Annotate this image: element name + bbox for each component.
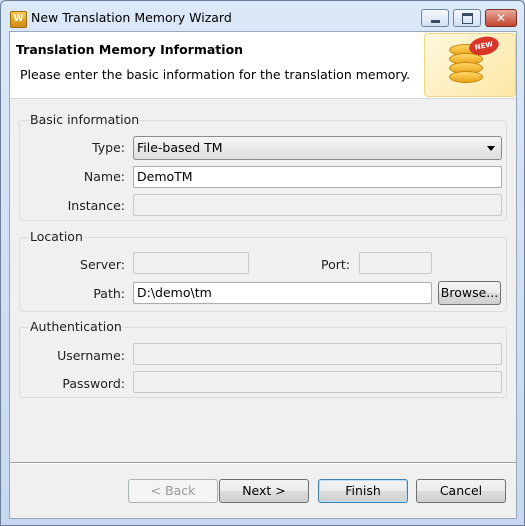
page-title: Translation Memory Information [16, 42, 244, 57]
window-title: New Translation Memory Wizard [31, 10, 232, 25]
wizard-header: Translation Memory Information Please en… [10, 32, 516, 99]
username-label: Username: [57, 348, 125, 363]
next-button[interactable]: Next > [219, 479, 309, 503]
authentication-label: Authentication [29, 319, 123, 334]
path-field[interactable]: D:\demo\tm [133, 282, 432, 304]
basic-information-group: Basic information Type: File-based TM Na… [19, 112, 507, 221]
basic-information-label: Basic information [29, 112, 141, 127]
server-field[interactable] [133, 252, 249, 274]
maximize-icon [454, 10, 480, 26]
browse-button[interactable]: Browse... [438, 281, 501, 305]
cancel-button[interactable]: Cancel [416, 479, 506, 503]
chevron-down-icon [487, 146, 495, 151]
title-bar[interactable]: W New Translation Memory Wizard ✕ [1, 1, 524, 35]
wizard-client-area: Translation Memory Information Please en… [9, 31, 517, 519]
back-button[interactable]: < Back [128, 479, 218, 503]
instance-field[interactable] [133, 194, 502, 216]
name-field[interactable]: DemoTM [133, 166, 502, 188]
type-select[interactable]: File-based TM [133, 136, 502, 160]
close-button[interactable]: ✕ [485, 9, 517, 27]
instance-label: Instance: [67, 198, 125, 213]
maximize-button[interactable] [453, 9, 481, 27]
port-field[interactable] [359, 252, 432, 274]
finish-button[interactable]: Finish [318, 479, 408, 503]
port-label: Port: [321, 257, 350, 272]
location-label: Location [29, 229, 84, 244]
authentication-group: Authentication Username: Password: [19, 319, 507, 398]
password-label: Password: [62, 376, 125, 391]
server-label: Server: [80, 257, 125, 272]
name-label: Name: [83, 169, 125, 184]
minimize-button[interactable] [421, 9, 449, 27]
type-label: Type: [92, 140, 125, 155]
database-new-icon: NEW [424, 33, 516, 97]
location-group: Location Server: Port: Path: D:\demo\tm … [19, 229, 507, 312]
minimize-icon [422, 10, 448, 26]
username-field[interactable] [133, 343, 502, 365]
type-select-value: File-based TM [137, 140, 223, 155]
page-description: Please enter the basic information for t… [20, 67, 411, 82]
password-field[interactable] [133, 371, 502, 393]
footer-divider [10, 462, 516, 464]
path-label: Path: [93, 286, 125, 301]
close-icon: ✕ [495, 11, 507, 25]
wizard-window: W New Translation Memory Wizard ✕ Transl… [0, 0, 525, 526]
app-icon: W [10, 11, 27, 28]
